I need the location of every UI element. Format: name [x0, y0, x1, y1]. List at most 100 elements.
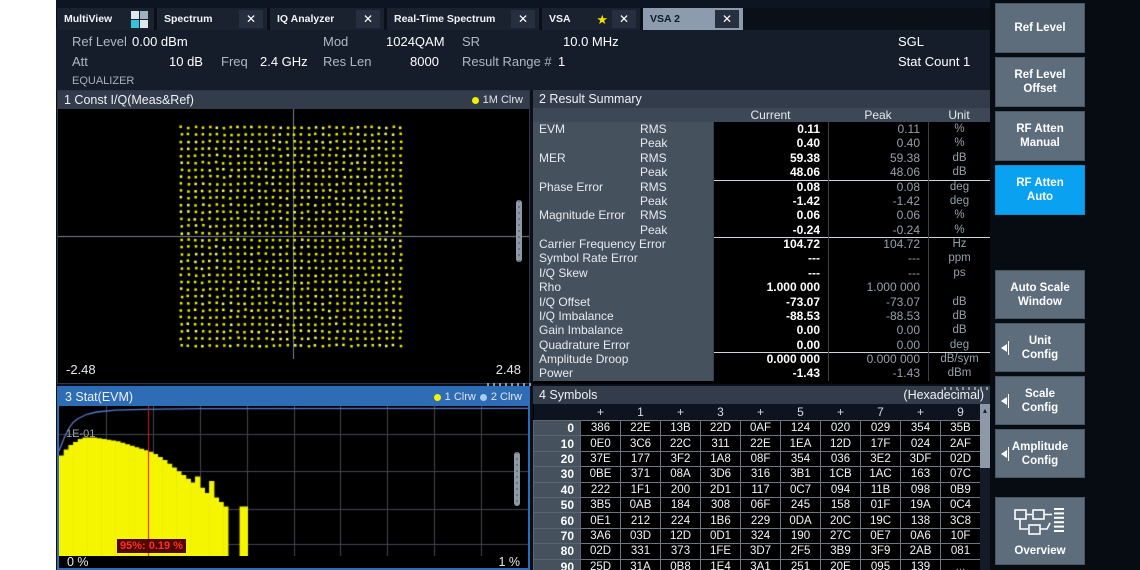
result-name: Phase ErrorRMS: [533, 180, 713, 194]
result-current-value: 0.11: [713, 122, 828, 136]
splitter-win3-win4[interactable]: [514, 452, 520, 506]
symbol-cell: 094: [821, 482, 861, 497]
result-current-value: ---: [713, 251, 828, 265]
softkey-unit-config[interactable]: Unit Config: [995, 323, 1085, 372]
symbol-cell: 0E0: [581, 436, 621, 451]
symbol-cell: 1AC: [861, 467, 901, 482]
status-field-sgl: SGL: [898, 34, 924, 49]
scroll-up-icon[interactable]: ▲: [980, 404, 990, 418]
trace-legend: 1M Clrw: [472, 94, 523, 106]
symbol-cell: 0AB: [621, 497, 661, 512]
symbols-row-40: 402221F12002D11170C709411B0980B9: [534, 482, 981, 497]
close-icon[interactable]: ✕: [715, 10, 739, 28]
symbol-cell: 19A: [901, 497, 941, 512]
symbol-cell: 3D6: [701, 467, 741, 482]
tab-label: Spectrum: [164, 13, 212, 25]
result-name: MERRMS: [533, 151, 713, 165]
result-peak-value: 0.08: [828, 180, 928, 194]
symbols-row-50: 503B50AB18430806F24515801F19A0C4: [534, 497, 981, 512]
symbol-cell: 0E7: [861, 528, 901, 543]
result-unit: dBm: [928, 366, 990, 380]
result-current-value: 48.06: [713, 165, 828, 180]
softkey-rf-atten-manual[interactable]: RF Atten Manual: [995, 111, 1085, 161]
symbol-cell: 08F: [741, 451, 781, 466]
tab-multiview[interactable]: MultiView: [57, 8, 154, 30]
result-name: Quadrature Error: [533, 338, 713, 353]
symbol-cell: 029: [861, 421, 901, 436]
symbol-cell: 08A: [661, 467, 701, 482]
result-summary-table: EVMRMS0.110.11%Peak0.400.40%MERRMS59.385…: [533, 122, 990, 381]
result-name: EVMRMS: [533, 122, 713, 136]
window-result-summary-header[interactable]: 2 Result Summary: [533, 90, 990, 108]
result-current-value: 0.40: [713, 136, 828, 150]
result-current-value: ---: [713, 266, 828, 280]
close-icon[interactable]: ✕: [511, 10, 535, 28]
symbol-cell: 163: [901, 467, 941, 482]
result-current-value: -0.24: [713, 223, 828, 238]
symbol-cell: 03D: [621, 528, 661, 543]
symbol-cell: 37E: [581, 451, 621, 466]
softkey-scale-config[interactable]: Scale Config: [995, 376, 1085, 425]
softkey-auto-scale-window[interactable]: Auto Scale Window: [995, 270, 1085, 319]
splitter-top-bottom-right[interactable]: [944, 387, 988, 390]
symbols-row-label: 0: [534, 421, 581, 436]
window-symbols-header[interactable]: 4 Symbols (Hexadecimal): [533, 386, 990, 404]
splitter-top-bottom-left[interactable]: [487, 383, 531, 386]
symbol-cell: 3C6: [621, 436, 661, 451]
symbol-cell: 386: [581, 421, 621, 436]
symbols-scrollbar[interactable]: ▲: [980, 404, 990, 570]
softkey-amplitude-config[interactable]: Amplitude Config: [995, 429, 1085, 478]
result-row-amplitude-droop-: Amplitude Droop0.000 0000.000 000dB/sym: [533, 352, 990, 366]
symbol-cell: 12D: [661, 528, 701, 543]
tab-vsa[interactable]: VSA★✕: [542, 8, 640, 30]
tab-label: Real-Time Spectrum: [394, 13, 495, 25]
window-result-summary-title: 2 Result Summary: [539, 92, 642, 106]
result-unit: dB: [928, 165, 990, 180]
result-row-evm-rms: EVMRMS0.110.11%: [533, 122, 990, 136]
symbol-cell: 124: [781, 421, 821, 436]
tab-vsa-2[interactable]: VSA 2✕: [643, 8, 743, 30]
symbol-cell: 2D1: [701, 482, 741, 497]
result-row-power-: Power-1.43-1.43dBm: [533, 366, 990, 380]
softkey-ref-level-offset[interactable]: Ref Level Offset: [995, 57, 1085, 107]
result-name: Peak: [533, 223, 713, 238]
symbol-cell: 0DA: [781, 513, 821, 528]
close-icon[interactable]: ✕: [239, 10, 263, 28]
tab-iq-analyzer[interactable]: IQ Analyzer✕: [270, 8, 384, 30]
symbols-row-label: 10: [534, 436, 581, 451]
window-stat-evm-header[interactable]: 3 Stat(EVM) 1 Clrw 2 Clrw: [59, 388, 528, 406]
symbols-col-header: 5: [781, 404, 821, 421]
symbols-row-20: 2037E1773F21A808F3540363E23DF02D: [534, 451, 981, 466]
tab-real-time-spectrum[interactable]: Real-Time Spectrum ✕: [387, 8, 539, 30]
window-result-summary: 2 Result Summary Current Peak Unit EVMRM…: [533, 90, 990, 384]
symbol-cell: 27C: [821, 528, 861, 543]
window-const-iq-header[interactable]: 1 Const I/Q(Meas&Ref) 1M Clrw: [58, 91, 529, 109]
close-icon[interactable]: ✕: [612, 10, 636, 28]
scrollbar-thumb[interactable]: [980, 418, 990, 468]
close-icon[interactable]: ✕: [356, 10, 380, 28]
splitter-win1-win2[interactable]: [516, 200, 522, 262]
symbols-col-header: 1: [621, 404, 661, 421]
result-current-value: 0.06: [713, 208, 828, 222]
symbols-row-label: 20: [534, 451, 581, 466]
result-peak-value: 0.000 000: [828, 352, 928, 366]
window-const-iq: 1 Const I/Q(Meas&Ref) 1M Clrw -2.48 2.48: [57, 90, 530, 384]
softkey-overview[interactable]: Overview: [995, 497, 1085, 565]
symbol-cell: 245: [781, 497, 821, 512]
symbol-cell: 324: [741, 528, 781, 543]
constellation-x-axis: -2.48 2.48: [58, 359, 529, 383]
softkey-ref-level[interactable]: Ref Level: [995, 3, 1085, 53]
symbols-row-label: 90: [534, 559, 581, 570]
symbol-cell: 0BE: [581, 467, 621, 482]
symbols-col-header: 3: [701, 404, 741, 421]
softkey-rf-atten-auto[interactable]: RF Atten Auto: [995, 165, 1085, 215]
symbols-col-header: +: [661, 404, 701, 421]
result-name: Carrier Frequency Error: [533, 237, 713, 251]
result-current-value: 59.38: [713, 151, 828, 165]
result-current-value: 0.00: [713, 323, 828, 337]
symbol-cell: 184: [661, 497, 701, 512]
result-name: Power: [533, 366, 713, 380]
symbols-row-label: 30: [534, 467, 581, 482]
trace1-dot-icon: [434, 394, 441, 401]
tab-spectrum[interactable]: Spectrum ✕: [157, 8, 267, 30]
